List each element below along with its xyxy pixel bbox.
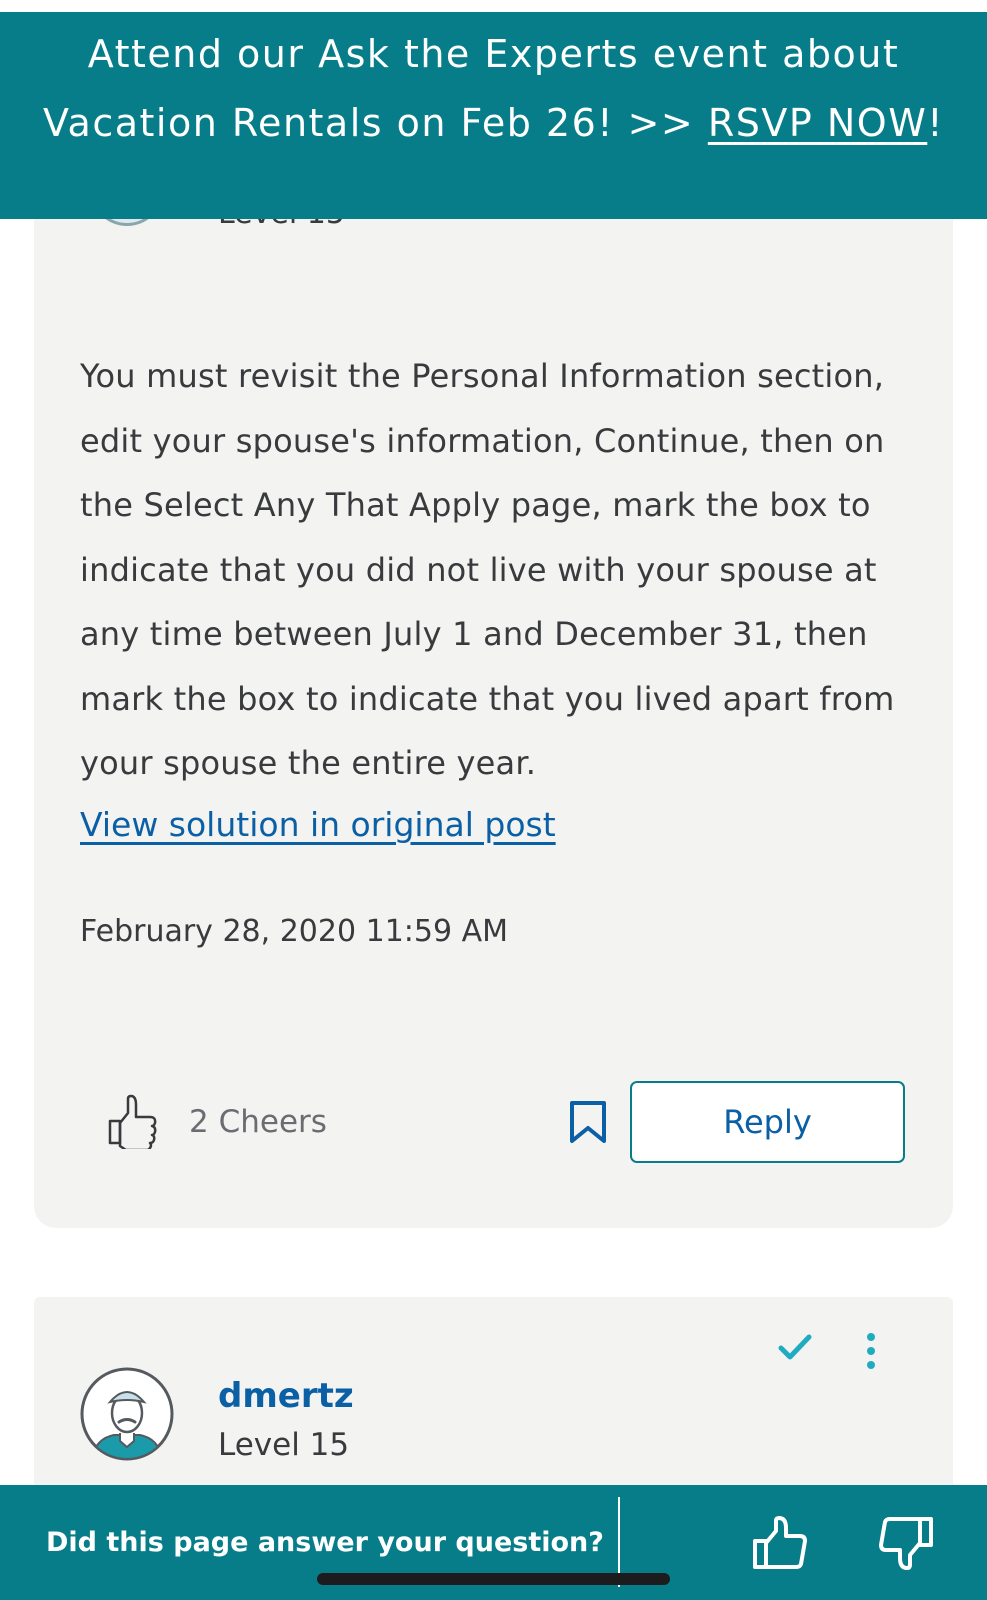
home-indicator	[317, 1573, 670, 1585]
cheers-count[interactable]: 2 Cheers	[189, 1104, 327, 1140]
checkmark-icon[interactable]	[778, 1333, 812, 1363]
reply-button[interactable]: Reply	[630, 1081, 905, 1163]
vertical-ellipsis-icon[interactable]	[862, 1332, 880, 1370]
view-solution-link[interactable]: View solution in original post	[80, 805, 556, 844]
post-timestamp: February 28, 2020 11:59 AM	[80, 914, 508, 949]
bookmark-icon[interactable]	[567, 1100, 609, 1144]
post-body: You must revisit the Personal Informatio…	[80, 357, 895, 782]
rsvp-link[interactable]: RSVP NOW	[708, 101, 927, 145]
feedback-question: Did this page answer your question?	[46, 1527, 604, 1558]
user-level: Level 15	[218, 1427, 350, 1463]
username-link[interactable]: dmertz	[218, 1376, 354, 1416]
feedback-footer: Did this page answer your question?	[0, 1485, 987, 1600]
event-banner: Attend our Ask the Experts event about V…	[0, 12, 987, 219]
thumbs-up-icon[interactable]	[751, 1515, 809, 1573]
thumbs-down-icon[interactable]	[877, 1513, 935, 1571]
user-avatar-icon[interactable]	[80, 1367, 174, 1461]
thumbs-up-outline-icon[interactable]	[106, 1093, 162, 1149]
banner-suffix: !	[927, 101, 945, 145]
